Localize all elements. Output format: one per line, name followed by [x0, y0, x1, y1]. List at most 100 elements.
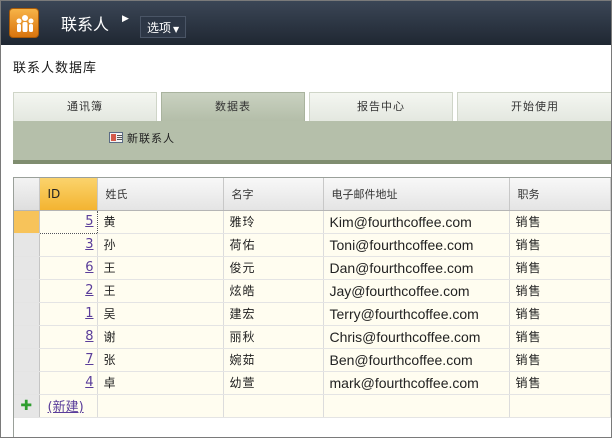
email-cell[interactable]: Jay@fourthcoffee.com [323, 279, 510, 303]
id-cell[interactable]: 3 [39, 233, 98, 257]
tab-address-book[interactable]: 通讯簿 [13, 92, 157, 122]
page-title: 联系人数据库 [13, 61, 98, 76]
top-bar: 联系人 ▶ 选项 ▼ [1, 1, 611, 45]
column-header-last-name[interactable]: 姓氏 [97, 178, 224, 211]
job-title-cell[interactable]: 销售 [509, 210, 611, 234]
id-link[interactable]: 8 [85, 329, 93, 344]
new-record-link[interactable]: (新建) [48, 400, 84, 415]
email-cell[interactable]: Ben@fourthcoffee.com [323, 348, 510, 372]
id-link[interactable]: 1 [85, 306, 93, 321]
table-row[interactable]: 3 孙 荷佑 Toni@fourthcoffee.com 销售 [14, 233, 611, 257]
empty-cell[interactable] [509, 394, 611, 418]
id-cell[interactable]: 2 [39, 279, 98, 303]
row-selector[interactable] [14, 371, 40, 395]
job-title-cell[interactable]: 销售 [509, 279, 611, 303]
table-row[interactable]: 6 王 俊元 Dan@fourthcoffee.com 销售 [14, 256, 611, 280]
table-row[interactable]: 1 吴 建宏 Terry@fourthcoffee.com 销售 [14, 302, 611, 326]
row-selector[interactable] [14, 233, 40, 257]
header-row: ID 姓氏 名字 电子邮件地址 职务 [14, 178, 611, 211]
email-cell[interactable]: Dan@fourthcoffee.com [323, 256, 510, 280]
table-row[interactable]: 5 黄 雅玲 Kim@fourthcoffee.com 销售 [14, 209, 611, 234]
job-title-cell[interactable]: 销售 [509, 256, 611, 280]
id-cell[interactable]: 1 [39, 302, 98, 326]
id-cell[interactable]: 6 [39, 256, 98, 280]
last-name-cell[interactable]: 张 [97, 348, 224, 372]
new-contact-label: 新联系人 [127, 132, 175, 145]
row-selector[interactable] [14, 279, 40, 303]
email-cell[interactable]: mark@fourthcoffee.com [323, 371, 510, 395]
new-record-cell[interactable]: (新建) [39, 394, 98, 418]
job-title-cell[interactable]: 销售 [509, 371, 611, 395]
first-name-cell[interactable]: 炫皓 [223, 279, 324, 303]
table-row[interactable]: 4 卓 幼萱 mark@fourthcoffee.com 销售 [14, 371, 611, 395]
id-cell[interactable]: 5 [38, 209, 98, 234]
people-group-icon[interactable] [9, 8, 39, 38]
empty-cell[interactable] [97, 394, 224, 418]
last-name-cell[interactable]: 卓 [97, 371, 224, 395]
breadcrumb-arrow-icon: ▶ [122, 14, 129, 24]
plus-icon: ✚ [20, 397, 33, 414]
id-link[interactable]: 5 [85, 214, 93, 229]
table-row[interactable]: 2 王 炫皓 Jay@fourthcoffee.com 销售 [14, 279, 611, 303]
job-title-cell[interactable]: 销售 [509, 233, 611, 257]
ribbon [13, 121, 611, 163]
tab-getting-started[interactable]: 开始使用 [457, 92, 611, 122]
column-header-email[interactable]: 电子邮件地址 [323, 178, 510, 211]
last-name-cell[interactable]: 王 [97, 256, 224, 280]
email-cell[interactable]: Chris@fourthcoffee.com [323, 325, 510, 349]
tab-datasheet[interactable]: 数据表 [161, 92, 305, 122]
new-row-selector[interactable]: ✚ [14, 394, 40, 418]
last-name-cell[interactable]: 吴 [97, 302, 224, 326]
empty-cell[interactable] [223, 394, 324, 418]
first-name-cell[interactable]: 雅玲 [223, 210, 324, 234]
job-title-cell[interactable]: 销售 [509, 348, 611, 372]
app-window: 联系人 ▶ 选项▼ 联系人数据库 通讯簿 数据表 报告中心 开始使用 新联系人 [0, 0, 612, 438]
table-row[interactable]: 8 谢 丽秋 Chris@fourthcoffee.com 销售 [14, 325, 611, 349]
id-cell[interactable]: 7 [39, 348, 98, 372]
chevron-down-icon: ▼ [173, 25, 180, 34]
email-cell[interactable]: Terry@fourthcoffee.com [323, 302, 510, 326]
id-link[interactable]: 7 [85, 352, 93, 367]
column-header-job-title[interactable]: 职务 [509, 178, 611, 211]
options-menu-button[interactable]: 选项 ▼ [140, 16, 187, 38]
table-row[interactable]: 7 张 婉茹 Ben@fourthcoffee.com 销售 [14, 348, 611, 372]
id-link[interactable]: 6 [85, 260, 93, 275]
tab-report-center[interactable]: 报告中心 [309, 92, 453, 122]
datasheet-empty-area [14, 417, 611, 437]
row-selector[interactable] [14, 302, 40, 326]
tab-strip: 通讯簿 数据表 报告中心 开始使用 [13, 92, 611, 122]
first-name-cell[interactable]: 幼萱 [223, 371, 324, 395]
row-selector[interactable] [14, 210, 40, 234]
last-name-cell[interactable]: 谢 [97, 325, 224, 349]
row-selector[interactable] [14, 325, 40, 349]
first-name-cell[interactable]: 建宏 [223, 302, 324, 326]
contact-card-icon [109, 132, 123, 143]
id-cell[interactable]: 8 [39, 325, 98, 349]
app-title[interactable]: 联系人 [61, 11, 109, 35]
first-name-cell[interactable]: 婉茹 [223, 348, 324, 372]
email-cell[interactable]: Toni@fourthcoffee.com [323, 233, 510, 257]
id-cell[interactable]: 4 [39, 371, 98, 395]
last-name-cell[interactable]: 孙 [97, 233, 224, 257]
row-selector[interactable] [14, 256, 40, 280]
id-link[interactable]: 2 [85, 283, 93, 298]
new-contact-button[interactable]: 新联系人 [109, 130, 175, 148]
first-name-cell[interactable]: 荷佑 [223, 233, 324, 257]
contacts-datasheet: ID 姓氏 名字 电子邮件地址 职务 5 黄 雅玲 Kim@fourthcoff… [13, 177, 611, 437]
row-selector[interactable] [14, 348, 40, 372]
empty-cell[interactable] [323, 394, 510, 418]
new-record-row[interactable]: ✚ (新建) [14, 394, 611, 418]
last-name-cell[interactable]: 黄 [97, 210, 224, 234]
job-title-cell[interactable]: 销售 [509, 302, 611, 326]
last-name-cell[interactable]: 王 [97, 279, 224, 303]
id-link[interactable]: 3 [85, 237, 93, 252]
first-name-cell[interactable]: 俊元 [223, 256, 324, 280]
job-title-cell[interactable]: 销售 [509, 325, 611, 349]
ribbon-divider [13, 160, 611, 164]
column-header-id[interactable]: ID [39, 178, 98, 211]
id-link[interactable]: 4 [85, 375, 93, 390]
first-name-cell[interactable]: 丽秋 [223, 325, 324, 349]
select-all-cell[interactable] [14, 178, 40, 211]
email-cell[interactable]: Kim@fourthcoffee.com [323, 210, 510, 234]
column-header-first-name[interactable]: 名字 [223, 178, 324, 211]
